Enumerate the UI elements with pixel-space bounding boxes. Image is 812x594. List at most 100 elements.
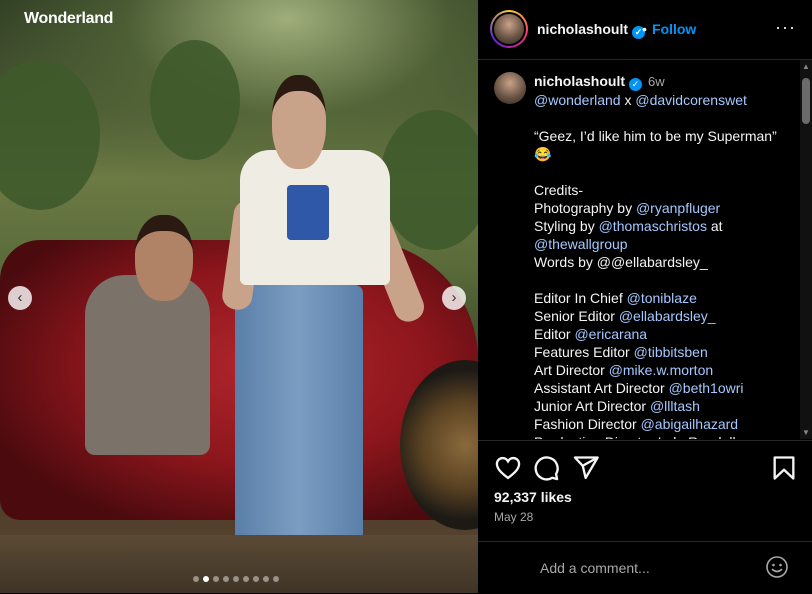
caption-line: Assistant Art Director @beth1owri [534, 379, 796, 397]
scrollbar-thumb[interactable] [802, 78, 810, 124]
avatar[interactable] [492, 12, 526, 46]
comment-bubble-icon[interactable] [532, 454, 560, 482]
caption-text-span: at [706, 218, 723, 234]
avatar-image [494, 14, 524, 44]
carousel-dot [233, 576, 239, 582]
caption-text-span: Fashion Director [534, 416, 641, 432]
username-label[interactable]: nicholashoult [537, 21, 628, 37]
mention-link[interactable]: @ericarana [574, 326, 647, 342]
caption-scrollbar[interactable]: ▲ ▼ [800, 60, 812, 439]
mention-link[interactable]: @tibbitsben [634, 344, 708, 360]
mention-link[interactable]: @mike.w.morton [609, 362, 713, 378]
carousel-next-button[interactable]: › [442, 286, 466, 310]
caption-line: Editor In Chief @toniblaze [534, 289, 796, 307]
mention-link[interactable]: @toniblaze [627, 290, 697, 306]
caption-text-span: Production Director Lola Randall [534, 434, 736, 439]
caption-text-span: Art Director [534, 362, 609, 378]
header-username[interactable]: nicholashoult ✓ [537, 21, 645, 39]
post-date[interactable]: May 28 [494, 510, 533, 524]
caption-text-span: 😂 [534, 146, 552, 162]
caption-line: Junior Art Director @llltash [534, 397, 796, 415]
caption-username[interactable]: nicholashoult [534, 73, 625, 89]
caption-line: Photography by @ryanpfluger [534, 199, 796, 217]
mention-link[interactable]: @ellabardsley_ [619, 308, 716, 324]
caption-line: “Geez, I’d like him to be my Superman” [534, 127, 796, 145]
caption-line: Words by @@ellabardsley_ [534, 253, 796, 271]
comment-input[interactable] [538, 556, 762, 580]
shirt-graphic [287, 185, 329, 240]
carousel-dot [243, 576, 249, 582]
carousel-dot [253, 576, 259, 582]
carousel-dot [203, 576, 209, 582]
caption-text-span: Editor [534, 326, 575, 342]
caption-line: Art Director @mike.w.morton [534, 361, 796, 379]
carousel-dot [193, 576, 199, 582]
scroll-down-arrow-icon[interactable]: ▼ [802, 428, 810, 437]
more-options-icon[interactable]: ··· [775, 17, 796, 38]
carousel-prev-button[interactable]: ‹ [8, 286, 32, 310]
caption-line: Styling by @thomaschristos at [534, 217, 796, 235]
caption-line: Features Editor @tibbitsben [534, 343, 796, 361]
verified-badge-icon: ✓ [629, 78, 642, 91]
comment-bar [478, 541, 812, 594]
follow-button[interactable]: Follow [652, 21, 696, 37]
caption-line: Editor @ericarana [534, 325, 796, 343]
brand-logo: Wonderland [24, 10, 114, 27]
caption-text-span: x [620, 92, 636, 108]
emoji-icon[interactable] [765, 555, 789, 579]
caption-text-span: Senior Editor [534, 308, 619, 324]
standing-man-head [272, 75, 326, 169]
post-time[interactable]: 6w [648, 74, 665, 89]
mention-link[interactable]: @llltash [650, 398, 700, 414]
separator-dot: • [642, 21, 647, 37]
caption-line: Fashion Director @abigailhazard [534, 415, 796, 433]
story-ring[interactable] [490, 10, 528, 48]
caption-text-span: Words by @@ellabardsley_ [534, 254, 708, 270]
carousel-dot [263, 576, 269, 582]
caption-text-span: Credits- [534, 182, 584, 198]
caption-header: nicholashoult ✓ 6w [534, 73, 665, 91]
likes-count[interactable]: 92,337 likes [494, 489, 572, 505]
carousel-dot [213, 576, 219, 582]
carousel-dot [273, 576, 279, 582]
caption-text: @wonderland x @davidcorenswet “Geez, I’d … [534, 91, 796, 439]
seated-man [85, 275, 210, 455]
post-actions: 92,337 likes May 28 [478, 440, 812, 541]
save-bookmark-icon[interactable] [770, 454, 798, 482]
caption-avatar[interactable] [494, 72, 526, 104]
seated-man-head [135, 215, 193, 301]
mention-link[interactable]: @thomaschristos [599, 218, 707, 234]
caption-text-span: Features Editor [534, 344, 634, 360]
share-send-icon[interactable] [572, 454, 600, 482]
background-tree [150, 40, 240, 160]
caption-text-span: Editor In Chief [534, 290, 627, 306]
caption-area: nicholashoult ✓ 6w @wonderland x @davidcor… [478, 60, 800, 439]
mention-link[interactable]: @abigailhazard [641, 416, 739, 432]
mention-link[interactable]: @beth1owri [669, 380, 744, 396]
standing-man-jeans [235, 285, 363, 550]
background-tree [380, 110, 478, 250]
like-heart-icon[interactable] [494, 454, 522, 482]
mention-link[interactable]: @wonderland [534, 92, 621, 108]
mention-link[interactable]: @thewallgroup [534, 236, 628, 252]
caption-text-span: Styling by [534, 218, 599, 234]
caption-line: 😂 [534, 145, 796, 163]
caption-line: @wonderland x @davidcorenswet [534, 91, 796, 109]
caption-line: Credits- [534, 181, 796, 199]
post-side-panel: nicholashoult ✓ • Follow ··· nicholashoul… [478, 0, 812, 593]
carousel-indicator [193, 576, 279, 582]
scroll-up-arrow-icon[interactable]: ▲ [802, 62, 810, 71]
caption-line: Production Director Lola Randall [534, 433, 796, 439]
caption-line: @thewallgroup [534, 235, 796, 253]
mention-link[interactable]: @davidcorenswet [635, 92, 747, 108]
post-header: nicholashoult ✓ • Follow ··· [478, 0, 812, 60]
mention-link[interactable]: @ryanpfluger [636, 200, 720, 216]
carousel-dot [223, 576, 229, 582]
caption-text-span: Junior Art Director [534, 398, 650, 414]
ground [0, 535, 478, 593]
caption-line: Senior Editor @ellabardsley_ [534, 307, 796, 325]
post-photo: Wonderland ‹ › [0, 0, 478, 593]
